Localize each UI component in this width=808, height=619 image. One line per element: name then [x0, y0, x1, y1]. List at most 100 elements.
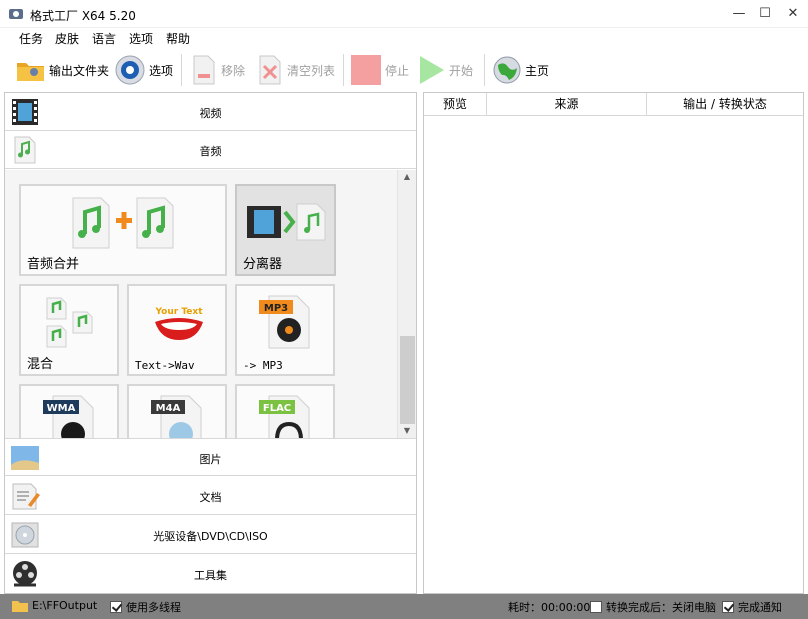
multithread-label: 使用多线程 [126, 601, 181, 614]
scroll-up-arrow-icon[interactable]: ▲ [398, 170, 416, 184]
home-button[interactable]: 主页 [492, 52, 549, 88]
stop-button[interactable]: 停止 [350, 52, 409, 88]
scroll-thumb[interactable] [400, 336, 415, 424]
tiles-scrollbar[interactable]: ▲ ▼ [397, 170, 416, 438]
after-done-label: 转换完成后：关闭电脑 [606, 601, 716, 614]
output-folder-button[interactable]: 输出文件夹 [16, 52, 109, 88]
category-video[interactable]: 视频 [5, 93, 416, 131]
remove-document-icon [193, 55, 215, 85]
output-path-text: E:\FFOutput [32, 599, 98, 612]
splitter-tile[interactable]: 分离器 [235, 184, 336, 276]
to-mp3-tile[interactable]: MP3 -> MP3 [235, 284, 335, 376]
toolbar-separator [343, 54, 344, 86]
audio-merge-tile[interactable]: 音频合并 [19, 184, 227, 276]
elapsed-time: 耗时：00:00:00 [508, 599, 590, 615]
elapsed-time-text: 耗时：00:00:00 [508, 601, 591, 614]
remove-label: 移除 [221, 63, 246, 78]
splitter-icon [247, 203, 326, 241]
remove-button[interactable]: 移除 [190, 52, 245, 88]
gear-icon [115, 55, 145, 85]
notify-checkbox[interactable]: 完成通知 [722, 599, 782, 615]
stop-icon [351, 55, 381, 85]
menu-task[interactable]: 任务 [19, 30, 43, 47]
mp3-badge: MP3 [264, 303, 288, 314]
category-panel: 视频 音频 音频合并 分离器 混合 Your Text Text->Wav MP… [4, 92, 417, 594]
wma-tile[interactable]: WMA [19, 384, 119, 438]
category-optical[interactable]: 光驱设备\DVD\CD\ISO [5, 516, 416, 554]
play-icon [420, 56, 444, 84]
audio-mix-label: 混合 [27, 357, 54, 372]
output-folder-label: 输出文件夹 [49, 63, 110, 78]
title-bar: 格式工厂 X64 5.20 — ☐ ✕ [0, 0, 808, 28]
start-label: 开始 [449, 63, 474, 78]
home-label: 主页 [525, 63, 550, 78]
your-text-label: Your Text [154, 307, 203, 317]
options-label: 选项 [149, 63, 174, 78]
menu-skin[interactable]: 皮肤 [55, 30, 79, 47]
category-tools-label: 工具集 [194, 569, 227, 582]
audio-tools-grid: 音频合并 分离器 混合 Your Text Text->Wav MP3 -> M… [5, 170, 397, 438]
folder-icon [17, 63, 44, 81]
m4a-tile[interactable]: M4A [127, 384, 227, 438]
clear-list-label: 清空列表 [287, 63, 336, 78]
column-source[interactable]: 来源 [487, 93, 647, 116]
menu-language[interactable]: 语言 [92, 30, 116, 47]
stop-label: 停止 [385, 63, 410, 78]
window-title: 格式工厂 X64 5.20 [30, 9, 136, 23]
category-optical-label: 光驱设备\DVD\CD\ISO [153, 530, 268, 543]
status-bar: E:\FFOutput 使用多线程 耗时：00:00:00 转换完成后：关闭电脑… [0, 594, 808, 619]
options-button[interactable]: 选项 [114, 52, 173, 88]
category-document[interactable]: 文档 [5, 477, 416, 515]
scroll-down-arrow-icon[interactable]: ▼ [398, 424, 416, 438]
menu-help[interactable]: 帮助 [166, 30, 190, 47]
category-tools[interactable]: 工具集 [5, 555, 416, 593]
text-to-wav-tile[interactable]: Your Text Text->Wav [127, 284, 227, 376]
output-path[interactable]: E:\FFOutput [12, 599, 97, 612]
clear-list-button[interactable]: 清空列表 [256, 52, 335, 88]
toolbar-separator [181, 54, 182, 86]
m4a-file-icon: M4A [151, 395, 202, 438]
wma-file-icon: WMA [43, 395, 94, 438]
start-button[interactable]: 开始 [418, 52, 473, 88]
clear-list-icon [259, 55, 281, 85]
audio-merge-label: 音频合并 [27, 257, 80, 272]
text-to-wav-label: Text->Wav [135, 359, 195, 372]
audio-merge-icon [72, 197, 174, 249]
multithread-checkbox[interactable]: 使用多线程 [110, 599, 181, 615]
category-video-label: 视频 [199, 107, 222, 120]
m4a-badge: M4A [156, 403, 181, 414]
app-icon [9, 9, 23, 19]
task-list[interactable]: 预览 来源 输出 / 转换状态 [423, 92, 804, 594]
flac-tile[interactable]: FLAC [235, 384, 335, 438]
flac-badge: FLAC [263, 403, 291, 414]
globe-icon [493, 56, 521, 84]
close-button[interactable]: ✕ [778, 0, 808, 28]
category-document-label: 文档 [199, 491, 222, 504]
mp3-file-icon: MP3 [259, 295, 310, 349]
task-list-header: 预览 来源 输出 / 转换状态 [424, 93, 803, 116]
to-mp3-label: -> MP3 [243, 359, 283, 372]
menu-options[interactable]: 选项 [129, 30, 153, 47]
category-image[interactable]: 图片 [5, 438, 416, 476]
audio-mix-tile[interactable]: 混合 [19, 284, 119, 376]
maximize-button[interactable]: ☐ [750, 0, 780, 28]
notify-label: 完成通知 [738, 601, 782, 614]
multithread-check[interactable] [110, 601, 122, 613]
toolbar: 输出文件夹 选项 移除 清空列表 停止 开始 主页 [0, 48, 808, 92]
column-preview[interactable]: 预览 [424, 93, 487, 116]
menu-bar: 任务 皮肤 语言 选项 帮助 [0, 28, 808, 48]
after-done-check[interactable] [590, 601, 602, 613]
category-image-label: 图片 [199, 453, 222, 466]
toolbar-separator [484, 54, 485, 86]
column-output-status[interactable]: 输出 / 转换状态 [647, 93, 803, 116]
after-done-checkbox[interactable]: 转换完成后：关闭电脑 [590, 599, 716, 615]
speaking-mouth-icon: Your Text [154, 307, 203, 340]
folder-icon [12, 601, 28, 612]
category-audio[interactable]: 音频 [5, 131, 416, 169]
notify-check[interactable] [722, 601, 734, 613]
wma-badge: WMA [47, 403, 76, 414]
splitter-label: 分离器 [243, 257, 283, 272]
flac-file-icon: FLAC [259, 395, 310, 438]
audio-mix-icon [46, 297, 93, 348]
category-audio-label: 音频 [199, 145, 222, 158]
